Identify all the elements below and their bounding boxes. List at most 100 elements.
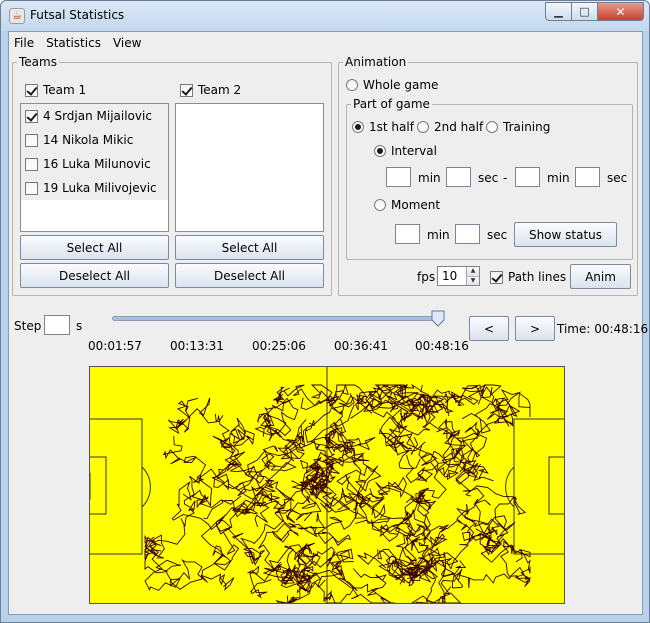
interval-end-min-label: min bbox=[547, 171, 570, 185]
list-item[interactable]: 16 Luka Milunovic bbox=[21, 152, 168, 176]
player-label: 14 Nikola Mikic bbox=[43, 133, 134, 147]
interval-dash: - bbox=[503, 171, 508, 185]
interval-end-sec-input[interactable] bbox=[575, 167, 600, 187]
radio-icon bbox=[346, 79, 358, 91]
menu-file[interactable]: File bbox=[9, 32, 40, 54]
moment-sec-input[interactable] bbox=[455, 224, 480, 244]
window-title: Futsal Statistics bbox=[30, 8, 125, 22]
moment-min-label: min bbox=[427, 228, 450, 242]
moment-min-input[interactable] bbox=[395, 224, 420, 244]
checkbox-icon bbox=[180, 83, 193, 97]
path-line bbox=[216, 445, 295, 502]
path-line bbox=[168, 397, 224, 435]
team2-deselect-all-button[interactable]: Deselect All bbox=[175, 263, 324, 288]
path-line bbox=[394, 498, 491, 566]
spinner-down-icon[interactable]: ▼ bbox=[467, 275, 479, 285]
checkbox-icon bbox=[25, 83, 38, 97]
checkbox-icon bbox=[490, 270, 503, 284]
interval-start-min-label: min bbox=[418, 171, 441, 185]
step-unit: s bbox=[76, 319, 83, 333]
right-goal-area bbox=[548, 456, 564, 515]
pitch-canvas[interactable] bbox=[89, 366, 565, 604]
path-line bbox=[224, 435, 303, 497]
next-button[interactable]: > bbox=[515, 316, 555, 341]
interval-start-min-input[interactable] bbox=[386, 167, 411, 187]
minimize-button[interactable]: ▁ bbox=[545, 2, 572, 21]
first-half-label: 1st half bbox=[369, 120, 414, 134]
interval-radio[interactable]: Interval bbox=[374, 144, 437, 158]
path-line bbox=[291, 440, 344, 522]
fps-label: fps bbox=[417, 270, 436, 284]
fps-spinner[interactable]: 10 ▲ ▼ bbox=[437, 266, 480, 286]
team2-select-all-button[interactable]: Select All bbox=[175, 235, 324, 260]
second-half-radio[interactable]: 2nd half bbox=[417, 120, 483, 134]
time-slider-track[interactable] bbox=[112, 316, 444, 321]
player-path-lines bbox=[144, 383, 532, 603]
path-line bbox=[394, 522, 432, 584]
maximize-icon: □ bbox=[579, 5, 590, 18]
tick-label: 00:01:57 bbox=[88, 339, 142, 353]
interval-end-sec-label: sec bbox=[607, 171, 628, 185]
checkbox-icon bbox=[25, 157, 38, 171]
radio-icon bbox=[374, 199, 386, 211]
interval-end-min-input[interactable] bbox=[515, 167, 540, 187]
training-radio[interactable]: Training bbox=[486, 120, 550, 134]
whole-game-radio[interactable]: Whole game bbox=[346, 78, 438, 92]
right-arc bbox=[505, 466, 515, 508]
show-status-button[interactable]: Show status bbox=[514, 222, 617, 247]
title-bar[interactable]: ☕ Futsal Statistics ▁ □ ✕ bbox=[1, 1, 649, 31]
step-input[interactable] bbox=[44, 315, 70, 335]
interval-start-sec-label: sec bbox=[478, 171, 499, 185]
prev-button[interactable]: < bbox=[469, 316, 509, 341]
tick-label: 00:48:16 bbox=[415, 339, 469, 353]
left-penalty-area bbox=[90, 418, 143, 555]
menu-view[interactable]: View bbox=[107, 32, 147, 54]
animation-group-title: Animation bbox=[343, 55, 409, 69]
interval-start-sec-input[interactable] bbox=[446, 167, 471, 187]
team1-checkbox[interactable]: Team 1 bbox=[25, 83, 86, 97]
player-label: 19 Luka Milivojevic bbox=[43, 181, 157, 195]
path-line bbox=[317, 548, 358, 603]
path-line bbox=[357, 476, 430, 517]
path-line bbox=[257, 406, 298, 443]
player-label: 4 Srdjan Mijailovic bbox=[43, 109, 152, 123]
time-slider-thumb[interactable] bbox=[431, 310, 445, 327]
team2-checkbox[interactable]: Team 2 bbox=[180, 83, 241, 97]
part-of-game-title: Part of game bbox=[351, 97, 432, 111]
list-item[interactable]: 4 Srdjan Mijailovic bbox=[21, 104, 168, 128]
first-half-radio[interactable]: 1st half bbox=[352, 120, 414, 134]
radio-icon bbox=[352, 121, 364, 133]
moment-radio[interactable]: Moment bbox=[374, 198, 440, 212]
path-line bbox=[326, 384, 379, 416]
spinner-up-icon[interactable]: ▲ bbox=[467, 267, 479, 276]
list-item[interactable]: 14 Nikola Mikic bbox=[21, 128, 168, 152]
path-lines-checkbox[interactable]: Path lines bbox=[490, 270, 566, 284]
anim-button[interactable]: Anim bbox=[570, 264, 631, 289]
left-goal-area bbox=[90, 456, 107, 515]
checkbox-icon bbox=[25, 181, 38, 195]
second-half-label: 2nd half bbox=[434, 120, 484, 134]
right-penalty-area bbox=[513, 418, 564, 555]
player-label: 16 Luka Milunovic bbox=[43, 157, 151, 171]
team1-deselect-all-button[interactable]: Deselect All bbox=[20, 263, 169, 288]
time-readout: Time: 00:48:16 bbox=[557, 322, 649, 336]
team2-player-list[interactable] bbox=[175, 103, 324, 232]
list-item[interactable]: 19 Luka Milivojevic bbox=[21, 176, 168, 200]
fps-value[interactable]: 10 bbox=[438, 267, 466, 285]
team1-select-all-button[interactable]: Select All bbox=[20, 235, 169, 260]
radio-icon bbox=[374, 145, 386, 157]
team1-player-list[interactable]: 4 Srdjan Mijailovic 14 Nikola Mikic 16 L… bbox=[20, 103, 169, 232]
close-icon: ✕ bbox=[615, 4, 626, 19]
close-button[interactable]: ✕ bbox=[598, 2, 644, 21]
java-cup-icon: ☕ bbox=[9, 8, 25, 24]
step-label: Step bbox=[14, 319, 42, 333]
menu-statistics[interactable]: Statistics bbox=[40, 32, 107, 54]
maximize-button[interactable]: □ bbox=[572, 2, 598, 21]
menu-bar: File Statistics View bbox=[9, 32, 642, 54]
interval-label: Interval bbox=[391, 144, 437, 158]
tick-label: 00:13:31 bbox=[170, 339, 224, 353]
radio-icon bbox=[417, 121, 429, 133]
tick-label: 00:36:41 bbox=[334, 339, 388, 353]
whole-game-label: Whole game bbox=[363, 78, 439, 92]
path-lines-label: Path lines bbox=[508, 270, 567, 284]
